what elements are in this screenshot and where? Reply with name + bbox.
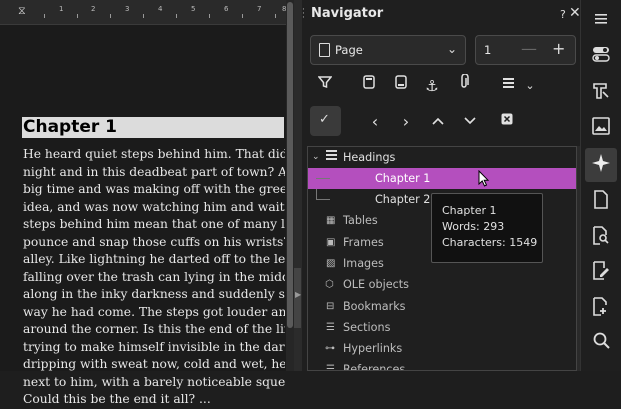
reference-icon: ☰ — [326, 364, 335, 371]
tree-label: Chapter 2 — [375, 193, 431, 206]
ruler-number: 6 — [224, 5, 229, 13]
close-icon[interactable]: ✕ — [569, 5, 581, 21]
mouse-cursor-icon — [478, 169, 490, 191]
tree-item-bookmarks[interactable]: ⊟ Bookmarks — [308, 296, 576, 317]
gallery-icon[interactable] — [589, 117, 613, 141]
ruler-number: 1 — [59, 5, 64, 13]
chevron-down-icon: ⌄ — [446, 42, 457, 56]
page-icon — [319, 43, 330, 57]
text-line: idea, and was now watching him and waiti… — [23, 199, 285, 214]
text-line: night and in this deadbeat part of town?… — [23, 164, 285, 179]
text-line: trying to make himself invisible in the … — [23, 339, 285, 354]
tree-item-references[interactable]: ☰ References — [308, 359, 576, 371]
chevron-down-icon[interactable]: ⌄ — [518, 74, 542, 98]
indent-marker-icon[interactable]: ⧖ — [18, 4, 26, 18]
navigate-by-select[interactable]: Page ⌄ — [310, 35, 466, 65]
frame-icon: ▣ — [326, 237, 336, 248]
ruler-number: 3 — [125, 5, 130, 13]
previous-icon[interactable]: ‹ — [363, 110, 387, 134]
text-line: He heard quiet steps behind him. That di… — [23, 147, 285, 161]
tree-item-headings[interactable]: ⌄ Headings — [308, 147, 576, 168]
delete-icon[interactable] — [495, 110, 519, 134]
paperclip-icon[interactable] — [452, 73, 476, 98]
tree-item-chapter-1[interactable]: Chapter 1 — [308, 168, 576, 189]
text-line: along in the inky darkness and suddenly … — [23, 287, 285, 301]
section-icon: ☰ — [326, 322, 335, 333]
tooltip: Chapter 1 Words: 293 Characters: 1549 — [431, 193, 543, 263]
ruler-number: 5 — [191, 5, 196, 13]
text-line: big time and was making off with the gre… — [23, 182, 285, 196]
ruler-number: 4 — [158, 5, 163, 13]
help-icon[interactable]: ? — [560, 8, 566, 21]
text-line: around the corner. Is this the end of th… — [23, 322, 285, 336]
tooltip-words: Words: 293 — [442, 220, 505, 233]
tree-label: Chapter 1 — [375, 172, 431, 185]
search-icon[interactable] — [589, 332, 613, 356]
anchor-icon[interactable]: ⚓ — [420, 74, 444, 98]
tree-label: Frames — [343, 236, 384, 249]
text-line: falling over the trash can lying in the … — [23, 269, 285, 284]
tree-label: OLE objects — [343, 278, 409, 291]
confirm-button[interactable]: ✓ — [310, 106, 341, 136]
tooltip-title: Chapter 1 — [442, 204, 497, 217]
ole-object-icon: ⬡ — [325, 279, 334, 290]
text-line: way he had come. The steps got louder an… — [23, 304, 285, 319]
chapter-heading[interactable]: Chapter 1 — [22, 117, 284, 138]
page-number-value[interactable]: 1 — [484, 43, 491, 57]
next-icon[interactable]: › — [394, 110, 418, 134]
tree-item-hyperlinks[interactable]: ⊶ Hyperlinks — [308, 338, 576, 359]
hyperlink-icon: ⊶ — [325, 343, 335, 354]
header-icon[interactable] — [357, 74, 381, 98]
tree-item-ole-objects[interactable]: ⬡ OLE objects — [308, 274, 576, 295]
ruler-number: 2 — [91, 5, 96, 13]
chevron-down-icon[interactable]: ⌄ — [312, 147, 320, 168]
checkmark-icon: ✓ — [319, 112, 330, 127]
text-line: alley. Like lightning he darted off to t… — [23, 252, 285, 266]
tree-label: Bookmarks — [343, 300, 406, 313]
collapse-arrow-icon[interactable]: ▶ — [295, 290, 301, 299]
demote-chapter-icon[interactable] — [458, 110, 482, 134]
tree-label: Headings — [343, 151, 396, 164]
image-icon: ▨ — [326, 258, 336, 269]
navigate-by-value: Page — [335, 43, 363, 57]
tree-label: References — [343, 363, 406, 371]
design-icon[interactable] — [589, 297, 613, 321]
properties-toggle-icon[interactable] — [589, 45, 613, 69]
text-line: pounce and snap those cuffs on his wrist… — [23, 234, 285, 249]
menu-icon[interactable] — [589, 7, 613, 31]
navigator-icon[interactable] — [589, 153, 613, 177]
filter-icon[interactable] — [313, 74, 337, 98]
navigator-title: Navigator — [311, 6, 384, 21]
footer-icon[interactable] — [389, 74, 413, 98]
ruler[interactable]: ⧖ 1 2 3 4 5 6 7 8 — [0, 0, 290, 25]
page-number-spinner[interactable]: 1 — + — [475, 35, 576, 65]
drag-grip-icon[interactable]: · · · — [302, 6, 306, 23]
manage-changes-icon[interactable] — [589, 261, 613, 285]
text-line: steps behind him mean that one of many l… — [23, 217, 285, 231]
text-line: Could this be the end it all? ... — [23, 392, 211, 406]
tree-label: Tables — [343, 214, 378, 227]
bookmark-icon: ⊟ — [326, 301, 335, 312]
page-icon[interactable] — [589, 190, 613, 214]
decrement-button[interactable]: — — [521, 39, 537, 58]
tree-label: Sections — [343, 321, 391, 334]
promote-chapter-icon[interactable] — [426, 110, 450, 134]
tooltip-characters: Characters: 1549 — [442, 236, 538, 249]
tree-label: Images — [343, 257, 384, 270]
headings-icon — [326, 147, 337, 168]
tree-item-sections[interactable]: ☰ Sections — [308, 317, 576, 338]
body-text[interactable]: He heard quiet steps behind him. That di… — [23, 146, 285, 409]
styles-icon[interactable] — [589, 82, 613, 106]
document-scrollbar-thumb[interactable] — [287, 2, 293, 328]
tree-label: Hyperlinks — [343, 342, 403, 355]
heading-levels-icon[interactable] — [496, 74, 520, 98]
increment-button[interactable]: + — [552, 39, 565, 58]
ruler-number: 7 — [257, 5, 262, 13]
text-line: next to him, with a barely noticeable sq… — [23, 374, 285, 389]
table-icon: ▦ — [326, 215, 336, 226]
find-page-icon[interactable] — [589, 226, 613, 250]
